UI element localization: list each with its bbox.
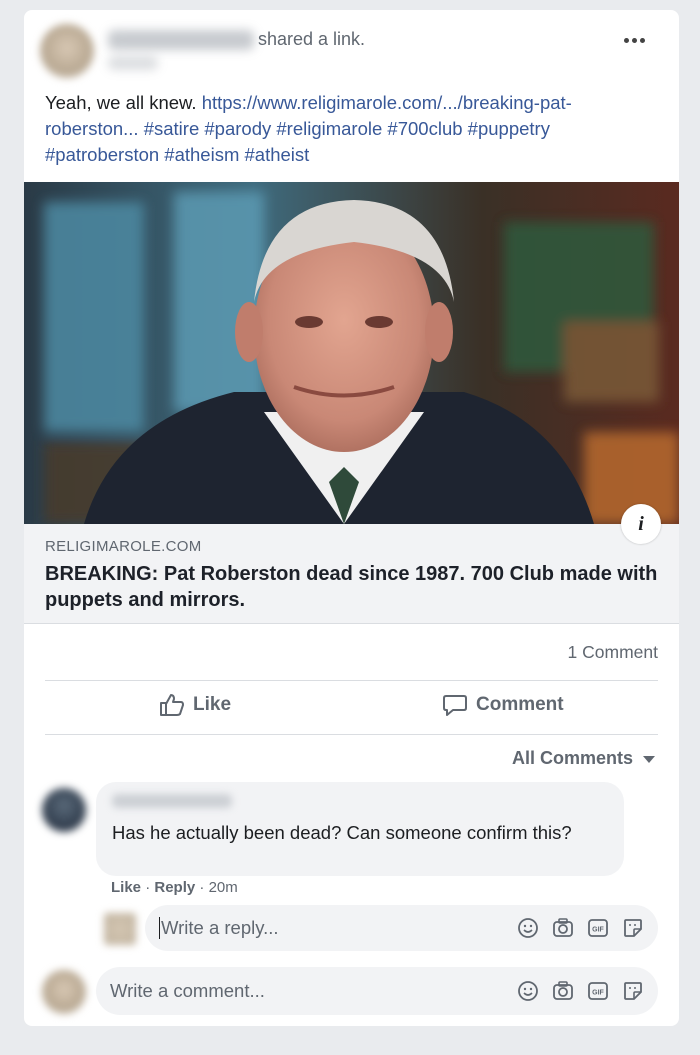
speech-bubble-icon — [443, 695, 467, 716]
user-avatar — [42, 970, 86, 1014]
commenter-name[interactable] — [112, 794, 232, 808]
gif-icon[interactable]: GIF — [587, 980, 609, 1002]
link-domain: RELIGIMAROLE.COM — [45, 538, 202, 555]
comment-like-link[interactable]: Like — [111, 879, 141, 896]
author-avatar[interactable] — [40, 24, 94, 78]
smiley-icon[interactable] — [517, 980, 539, 1002]
shared-link-label: shared a link. — [258, 29, 366, 49]
text-cursor — [159, 917, 160, 939]
smiley-icon[interactable] — [517, 917, 539, 939]
post-intro: Yeah, we all knew. — [45, 92, 197, 113]
post-card: shared a link. Yeah, we all knew. https:… — [24, 10, 679, 1026]
link-preview-meta[interactable]: RELIGIMAROLE.COM BREAKING: Pat Roberston… — [24, 524, 679, 624]
comment-timestamp[interactable]: 20m — [209, 879, 238, 896]
camera-icon[interactable] — [552, 917, 574, 939]
commenter-avatar[interactable] — [42, 788, 86, 832]
sticker-icon[interactable] — [622, 917, 644, 939]
gif-icon[interactable]: GIF — [587, 917, 609, 939]
link-preview-image[interactable] — [24, 182, 679, 524]
post-text: Yeah, we all knew. https://www.religimar… — [45, 90, 655, 168]
preview-photo — [24, 182, 679, 524]
comment-actions: Like · Reply · 20m — [111, 879, 238, 896]
comment-text: Has he actually been dead? Can someone c… — [112, 822, 572, 843]
reply-input-icons: GIF — [517, 917, 644, 939]
post-timestamp[interactable] — [108, 56, 158, 70]
more-horizontal-icon[interactable] — [624, 38, 645, 43]
chevron-down-icon — [643, 756, 655, 763]
comment-input-icons: GIF — [517, 980, 644, 1002]
like-label: Like — [193, 694, 232, 715]
divider — [45, 734, 658, 735]
thumbs-up-icon — [160, 694, 184, 716]
comment-input[interactable]: Write a comment... GIF — [96, 967, 658, 1015]
comment-count[interactable]: 1 Comment — [568, 642, 658, 663]
svg-text:GIF: GIF — [592, 990, 604, 997]
reply-input[interactable]: Write a reply... GIF — [145, 905, 658, 951]
user-avatar-small — [104, 913, 136, 945]
info-icon[interactable]: i — [621, 504, 661, 544]
comment-placeholder: Write a comment... — [110, 980, 265, 1001]
reply-placeholder: Write a reply... — [161, 917, 279, 938]
divider — [45, 680, 658, 681]
comments-filter-dropdown[interactable]: All Comments — [512, 748, 655, 769]
camera-icon[interactable] — [552, 980, 574, 1002]
sticker-icon[interactable] — [622, 980, 644, 1002]
comment-reply-link[interactable]: Reply — [154, 879, 195, 896]
comment-label: Comment — [476, 694, 564, 715]
comment-bubble: Has he actually been dead? Can someone c… — [96, 782, 624, 876]
author-name[interactable] — [108, 30, 254, 50]
like-button[interactable]: Like — [159, 693, 231, 717]
link-headline[interactable]: BREAKING: Pat Roberston dead since 1987.… — [45, 561, 658, 613]
comments-filter-label: All Comments — [511, 748, 633, 768]
comment-button[interactable]: Comment — [442, 693, 564, 717]
svg-text:GIF: GIF — [592, 927, 604, 934]
